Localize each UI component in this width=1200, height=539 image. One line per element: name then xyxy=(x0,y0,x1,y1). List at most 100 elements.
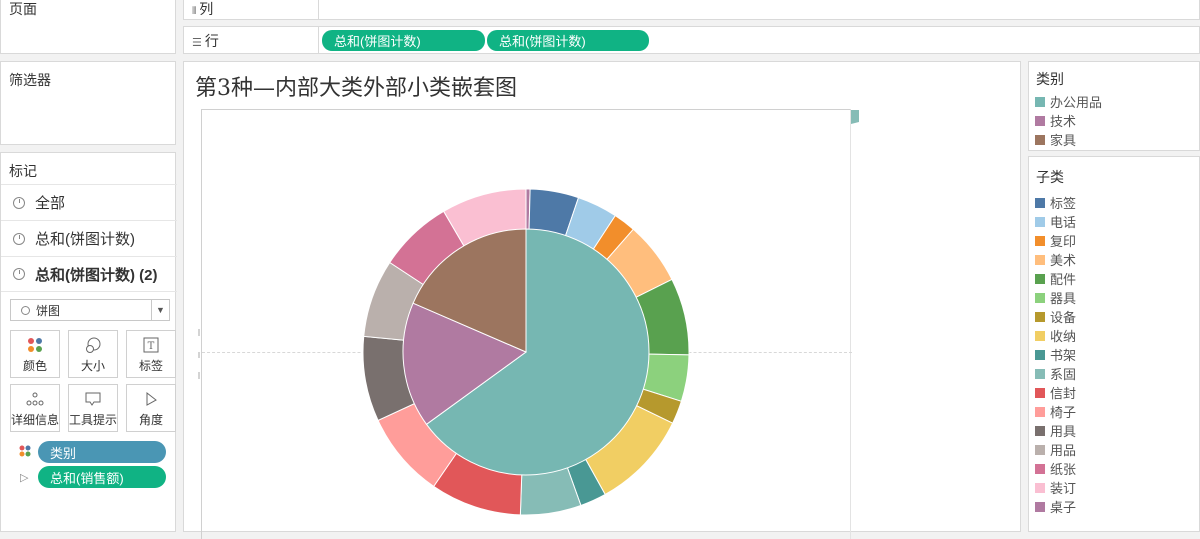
legend-swatch xyxy=(1035,216,1045,227)
label-button[interactable]: T 标签 xyxy=(126,330,176,378)
legend-item[interactable]: 用品 xyxy=(1029,440,1199,459)
pie-icon xyxy=(21,305,30,315)
marks-tab-label: 全部 xyxy=(35,195,66,212)
mark-type-value: 饼图 xyxy=(36,303,61,318)
mark-type-select[interactable]: 饼图 ▼ xyxy=(10,299,170,321)
detail-dots-icon xyxy=(11,385,59,409)
sales-sum-pill[interactable]: 总和(销售额) xyxy=(38,466,166,488)
legend-item[interactable]: 系固 xyxy=(1029,364,1199,383)
size-button[interactable]: 大小 xyxy=(68,330,118,378)
row-pill-sum-2[interactable]: 总和(饼图计数) xyxy=(487,30,649,51)
legend-item-label: 收纳 xyxy=(1050,330,1077,345)
pages-shelf[interactable]: 页面 xyxy=(0,0,176,54)
legend-item[interactable]: 设备 xyxy=(1029,307,1199,326)
legend-swatch xyxy=(1035,349,1045,360)
tooltip-button[interactable]: 工具提示 xyxy=(68,384,118,432)
marks-tab-label: 总和(饼图计数) (2) xyxy=(35,266,158,284)
legend-swatch xyxy=(1035,330,1045,341)
legend-swatch xyxy=(1035,425,1045,436)
legend-item[interactable]: 家具 xyxy=(1029,130,1199,149)
legend-item[interactable]: 纸张 xyxy=(1029,459,1199,478)
legend-item-label: 配件 xyxy=(1050,273,1077,288)
legend-item[interactable]: 标签 xyxy=(1029,193,1199,212)
tooltip-label: 工具提示 xyxy=(69,413,118,427)
legend-item[interactable]: 用具 xyxy=(1029,421,1199,440)
shelf-divider xyxy=(318,27,319,53)
legend-swatch xyxy=(1035,501,1045,512)
shelf-divider xyxy=(318,0,319,19)
marks-tab-label: 总和(饼图计数) xyxy=(35,231,135,248)
legend-category: 类别 办公用品 技术家具 xyxy=(1028,61,1200,151)
chevron-down-icon[interactable]: ▼ xyxy=(151,300,169,320)
row-pill-sum-1[interactable]: 总和(饼图计数) xyxy=(322,30,485,51)
color-button[interactable]: 颜色 xyxy=(10,330,60,378)
legend-item[interactable]: 美术 xyxy=(1029,250,1199,269)
pie-icon xyxy=(13,232,25,245)
rows-shelf[interactable]: ☰ 行 总和(饼图计数) 总和(饼图计数) xyxy=(183,26,1200,54)
filters-shelf[interactable]: 筛选器 xyxy=(0,61,176,145)
marks-tab-sum-1[interactable]: 总和(饼图计数) xyxy=(1,220,177,256)
category-pill-label: 类别 xyxy=(50,445,77,461)
legend-swatch xyxy=(1035,96,1045,107)
columns-shelf[interactable]: ⦀ 列 xyxy=(183,0,1200,20)
legend-item-label: 家具 xyxy=(1050,134,1077,149)
text-label-icon: T xyxy=(127,331,175,355)
angle-icon: ▷ xyxy=(20,472,29,484)
legend-item[interactable]: 器具 xyxy=(1029,288,1199,307)
legend-item-label: 桌子 xyxy=(1050,501,1077,516)
legend-item-label: 设备 xyxy=(1050,311,1077,326)
sales-sum-pill-label: 总和(销售额) xyxy=(50,470,124,486)
legend-item[interactable]: 复印 xyxy=(1029,231,1199,250)
legend-item-label: 用具 xyxy=(1050,425,1077,440)
legend-swatch xyxy=(1035,134,1045,145)
nested-pie-chart[interactable] xyxy=(184,62,1022,533)
marks-tab-all[interactable]: 全部 xyxy=(1,184,177,220)
legend-swatch xyxy=(1035,311,1045,322)
detail-label: 详细信息 xyxy=(11,413,60,427)
legend-swatch xyxy=(1035,254,1045,265)
legend-item-label: 装订 xyxy=(1050,482,1077,497)
pie-icon xyxy=(13,196,25,209)
legend-item-label: 纸张 xyxy=(1050,463,1077,478)
size-label: 大小 xyxy=(80,359,105,373)
legend-item[interactable]: 装订 xyxy=(1029,478,1199,497)
legend-item[interactable]: 椅子 xyxy=(1029,402,1199,421)
filters-label: 筛选器 xyxy=(9,72,51,88)
legend-item-label: 书架 xyxy=(1050,349,1077,364)
legend-item-label: 电话 xyxy=(1050,216,1077,231)
legend-swatch xyxy=(1035,115,1045,126)
legend-item-label: 办公用品 xyxy=(1050,96,1103,111)
legend-item-label: 美术 xyxy=(1050,254,1077,269)
columns-label-text: 列 xyxy=(199,1,214,17)
label-label: 标签 xyxy=(138,359,163,373)
angle-button[interactable]: 角度 xyxy=(126,384,176,432)
angle-label: 角度 xyxy=(138,413,163,427)
legend-swatch xyxy=(1035,444,1045,455)
legend-item[interactable]: 技术 xyxy=(1029,111,1199,130)
legend-item-label: 椅子 xyxy=(1050,406,1077,421)
marks-tab-sum-2[interactable]: 总和(饼图计数) (2) xyxy=(1,256,177,292)
legend-item[interactable]: 配件 xyxy=(1029,269,1199,288)
worksheet-view: 第3种—内部大类外部小类嵌套图 xyxy=(183,61,1022,539)
svg-text:T: T xyxy=(148,341,155,352)
inner-pie xyxy=(402,228,650,476)
legend-swatch xyxy=(1035,482,1045,493)
legend-swatch xyxy=(1035,406,1045,417)
legend-item[interactable]: 电话 xyxy=(1029,212,1199,231)
legend-item[interactable]: 信封 xyxy=(1029,383,1199,402)
legend-item[interactable]: 办公用品 xyxy=(1029,92,1199,111)
legend-category-title: 类别 xyxy=(1036,71,1064,87)
legend-item[interactable]: 书架 xyxy=(1029,345,1199,364)
category-pill[interactable]: 类别 xyxy=(38,441,166,463)
legend-item[interactable]: 收纳 xyxy=(1029,326,1199,345)
legend-item-label: 标签 xyxy=(1050,197,1077,212)
legend-item[interactable]: 桌子 xyxy=(1029,497,1199,516)
legend-item-label: 复印 xyxy=(1050,235,1077,250)
legend-swatch xyxy=(1035,197,1045,208)
legend-item-label: 系固 xyxy=(1050,368,1077,383)
axis-scroll-handle[interactable] xyxy=(851,110,859,124)
detail-button[interactable]: 详细信息 xyxy=(10,384,60,432)
angle-icon xyxy=(127,385,175,409)
legend-swatch xyxy=(1035,387,1045,398)
legend-swatch xyxy=(1035,368,1045,379)
